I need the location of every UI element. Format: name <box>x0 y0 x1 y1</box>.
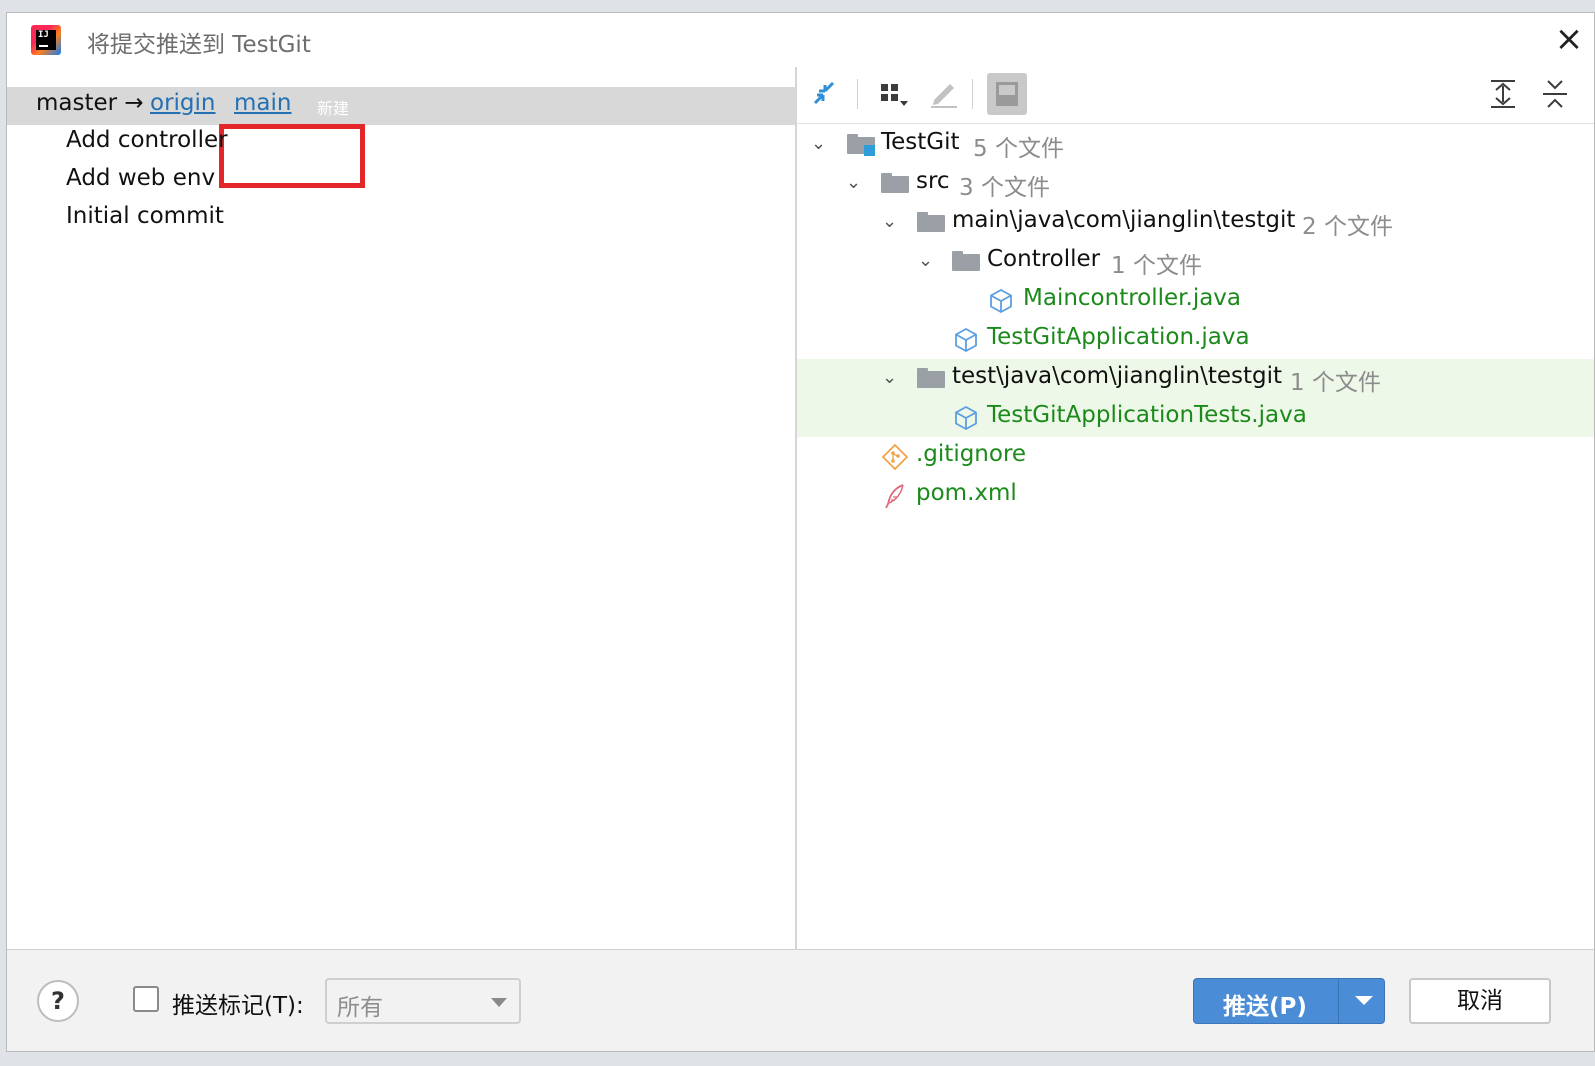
dropdown-arrow-icon <box>491 998 507 1007</box>
chevron-down-icon[interactable]: ⌄ <box>882 367 897 388</box>
tree-node-label: TestGitApplicationTests.java <box>987 402 1307 428</box>
remote-link[interactable]: origin <box>150 90 216 116</box>
pin-icon[interactable] <box>807 73 847 115</box>
maven-feather-icon <box>885 484 904 509</box>
module-folder-icon <box>847 134 875 156</box>
tree-node-file[interactable]: TestGitApplication.java <box>797 320 1594 359</box>
file-count: 5 个文件 <box>973 136 1064 162</box>
group-by-icon[interactable] <box>873 73 913 115</box>
toolbar-separator <box>972 79 973 109</box>
tree-node-controller[interactable]: ⌄ Controller 1 个文件 <box>797 242 1594 281</box>
push-button[interactable]: 推送(P) <box>1193 978 1385 1024</box>
push-options-dropdown-icon[interactable] <box>1342 979 1384 1023</box>
dialog-title: 将提交推送到 TestGit <box>87 32 311 58</box>
tree-node-label: test\java\com\jianglin\testgit <box>952 363 1283 389</box>
tree-node-label: TestGitApplication.java <box>987 324 1250 350</box>
tree-node-main-package[interactable]: ⌄ main\java\com\jianglin\testgit 2 个文件 <box>797 203 1594 242</box>
commit-item[interactable]: Add controller <box>66 127 228 153</box>
close-button[interactable]: × <box>1552 22 1586 57</box>
tree-node-label: main\java\com\jianglin\testgit <box>952 207 1296 233</box>
tree-node-label: TestGit <box>881 129 960 155</box>
split-divider <box>1338 979 1339 1023</box>
tree-node-file[interactable]: .gitignore <box>797 437 1594 476</box>
folder-icon <box>917 212 945 232</box>
chevron-down-icon[interactable]: ⌄ <box>882 211 897 232</box>
tree-node-label: Controller <box>987 246 1101 272</box>
tree-node-label: .gitignore <box>916 441 1027 467</box>
commit-item[interactable]: Initial commit <box>66 203 224 229</box>
file-count: 1 个文件 <box>1111 253 1202 279</box>
java-class-icon <box>955 405 977 431</box>
changed-files-panel: ⌄ TestGit 5 个文件 ⌄ src 3 个文件 ⌄ main\java\… <box>797 67 1594 949</box>
show-diff-icon[interactable] <box>987 73 1027 115</box>
collapse-all-icon[interactable] <box>1535 73 1575 115</box>
title-bar: IJ 将提交推送到 TestGit × <box>7 13 1594 67</box>
help-button[interactable]: ? <box>37 980 79 1022</box>
intellij-logo-icon: IJ <box>31 25 61 55</box>
chevron-down-icon[interactable]: ⌄ <box>918 250 933 271</box>
file-count: 3 个文件 <box>959 175 1050 201</box>
tree-node-test-package[interactable]: ⌄ test\java\com\jianglin\testgit 1 个文件 <box>797 359 1594 398</box>
tree-node-label: src <box>916 168 950 194</box>
tree-node-file[interactable]: TestGitApplicationTests.java <box>797 398 1594 437</box>
java-class-icon <box>955 327 977 353</box>
tree-node-label: pom.xml <box>916 480 1017 506</box>
tags-mode-value: 所有 <box>337 995 383 1021</box>
tree-node-file[interactable]: pom.xml <box>797 476 1594 515</box>
tree-node-label: Maincontroller.java <box>1023 285 1242 311</box>
remote-branch-link[interactable]: main <box>234 90 291 116</box>
cancel-button[interactable]: 取消 <box>1409 978 1551 1024</box>
tree-node-src[interactable]: ⌄ src 3 个文件 <box>797 164 1594 203</box>
toolbar-separator <box>857 79 858 109</box>
new-branch-badge: 新建 <box>317 99 350 118</box>
file-count: 2 个文件 <box>1302 214 1393 240</box>
push-target-row[interactable]: master → origin main 新建 <box>7 87 795 125</box>
java-class-icon <box>990 288 1012 314</box>
dialog-footer: ? 推送标记(T): 所有 推送(P) 取消 <box>7 949 1594 1051</box>
annotation-highlight-box <box>219 124 365 188</box>
folder-icon <box>881 173 909 193</box>
push-tags-label[interactable]: 推送标记(T): <box>172 986 304 1020</box>
chevron-down-icon[interactable]: ⌄ <box>811 133 826 154</box>
file-count: 1 个文件 <box>1290 370 1381 396</box>
expand-all-icon[interactable] <box>1483 73 1523 115</box>
git-ignore-icon <box>881 443 909 471</box>
push-button-label: 推送(P) <box>1223 994 1307 1020</box>
folder-icon <box>917 368 945 388</box>
tags-mode-select[interactable]: 所有 <box>325 978 521 1024</box>
edit-icon[interactable] <box>923 73 963 115</box>
push-dialog: IJ 将提交推送到 TestGit × master → origin main… <box>6 12 1595 1052</box>
commits-panel: master → origin main 新建 Add controller A… <box>7 67 797 949</box>
folder-icon <box>952 251 980 271</box>
local-branch-label: master → <box>36 90 144 116</box>
chevron-down-icon[interactable]: ⌄ <box>846 172 861 193</box>
commit-item[interactable]: Add web env <box>66 165 215 191</box>
push-tags-checkbox[interactable] <box>133 986 159 1012</box>
tree-node-root[interactable]: ⌄ TestGit 5 个文件 <box>797 125 1594 164</box>
files-toolbar <box>797 67 1594 124</box>
tree-node-file[interactable]: Maincontroller.java <box>797 281 1594 320</box>
